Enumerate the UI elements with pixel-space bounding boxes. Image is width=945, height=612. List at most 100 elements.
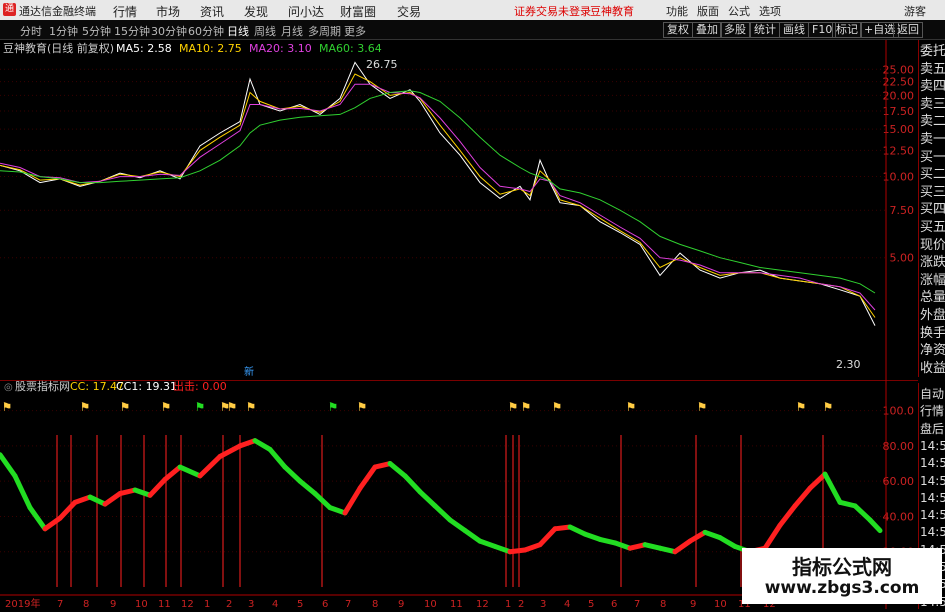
quote-field-14[interactable]: 总量 bbox=[920, 288, 945, 307]
signal-icon: ⚑ bbox=[328, 400, 339, 414]
quote-field-4[interactable]: 卖二 bbox=[920, 112, 945, 131]
quote-field-7[interactable]: 买二 bbox=[920, 165, 945, 184]
menu-2[interactable]: 资讯 bbox=[200, 3, 224, 20]
quote-field-11[interactable]: 现价 bbox=[920, 236, 945, 255]
price-ytick: 15.00 bbox=[883, 123, 915, 136]
menu-3[interactable]: 发现 bbox=[244, 3, 268, 20]
x-tick: 7 bbox=[634, 599, 640, 609]
menu-6[interactable]: 交易 bbox=[397, 3, 421, 20]
quote-field-17[interactable]: 净资 bbox=[920, 341, 945, 360]
right-menu-3[interactable]: 选项 bbox=[759, 3, 781, 19]
tick-row-0: 自动 bbox=[920, 387, 945, 401]
brand-link[interactable]: 豆神教育 bbox=[590, 3, 634, 19]
period-tab-4[interactable]: 30分钟 bbox=[151, 23, 187, 39]
period-tab-5[interactable]: 60分钟 bbox=[188, 23, 224, 39]
guest-button[interactable]: 游客 bbox=[904, 3, 926, 19]
period-tab-6[interactable]: 日线 bbox=[227, 23, 249, 39]
x-tick: 9 bbox=[690, 599, 696, 609]
title-bar: 通 通达信金融终端 行情 市场 资讯 发现 问小达 财富圈 交易 证券交易未登录 豆神教育 … bbox=[0, 0, 945, 20]
menu-4[interactable]: 问小达 bbox=[288, 3, 324, 20]
tick-row-5: 14:56 bbox=[920, 473, 945, 488]
indicator-ytick: 100.0 bbox=[883, 405, 915, 418]
quote-field-18[interactable]: 收益 bbox=[920, 359, 945, 378]
x-tick: 2019年 bbox=[5, 597, 40, 609]
quote-field-5[interactable]: 卖一 bbox=[920, 130, 945, 149]
period-tab-9[interactable]: 多周期 bbox=[308, 23, 341, 39]
ma-label-MA20: MA20: 3.10 bbox=[249, 42, 312, 55]
toolbar-button-3[interactable]: 统计 bbox=[750, 22, 780, 38]
cc1-value: CC1: 19.31 bbox=[116, 380, 177, 393]
x-tick: 2 bbox=[226, 599, 232, 609]
signal-icon: ⚑ bbox=[626, 400, 637, 414]
indicator-name: 股票指标网 bbox=[15, 380, 70, 393]
period-tab-1[interactable]: 1分钟 bbox=[49, 23, 78, 39]
menu-5[interactable]: 财富圈 bbox=[340, 3, 376, 20]
price-ytick: 5.00 bbox=[890, 252, 915, 265]
signal-icon: ⚑ bbox=[552, 400, 563, 414]
x-tick: 3 bbox=[540, 599, 546, 609]
quote-field-16[interactable]: 换手 bbox=[920, 324, 945, 343]
tick-row-6: 14:56 bbox=[920, 490, 945, 505]
x-tick: 11 bbox=[450, 599, 463, 609]
toolbar-button-2[interactable]: 多股 bbox=[720, 22, 750, 38]
tick-row-3: 14:56 bbox=[920, 438, 945, 453]
price-ytick: 7.50 bbox=[890, 204, 915, 217]
tick-row-1: 行情 bbox=[920, 404, 945, 419]
x-tick: 10 bbox=[135, 599, 148, 609]
toolbar-button-8[interactable]: 返回 bbox=[893, 22, 923, 38]
x-tick: 4 bbox=[272, 599, 278, 609]
stock-label: 豆神教育(日线 前复权) bbox=[3, 41, 114, 55]
x-tick: 10 bbox=[714, 599, 727, 609]
login-notice[interactable]: 证券交易未登录 bbox=[514, 3, 591, 19]
quote-field-3[interactable]: 卖三 bbox=[920, 95, 945, 114]
x-tick: 6 bbox=[611, 599, 617, 609]
price-ytick: 12.50 bbox=[883, 144, 915, 157]
x-tick: 6 bbox=[322, 599, 328, 609]
tick-row-4: 14:56 bbox=[920, 456, 945, 471]
tick-row-2: 盘后 bbox=[920, 421, 945, 436]
quote-field-15[interactable]: 外盘 bbox=[920, 306, 945, 325]
menu-0[interactable]: 行情 bbox=[113, 3, 137, 20]
quote-field-13[interactable]: 涨幅 bbox=[920, 271, 945, 290]
quote-field-8[interactable]: 买三 bbox=[920, 183, 945, 202]
period-tab-3[interactable]: 15分钟 bbox=[114, 23, 150, 39]
signal-icon: ⚑ bbox=[796, 400, 807, 414]
quote-field-1[interactable]: 卖五 bbox=[920, 60, 945, 79]
period-tab-8[interactable]: 月线 bbox=[281, 23, 303, 39]
watermark: 指标公式网 www.zbgs3.com bbox=[742, 548, 942, 604]
toolbar-button-1[interactable]: 叠加 bbox=[692, 22, 722, 38]
period-tab-2[interactable]: 5分钟 bbox=[82, 23, 111, 39]
toolbar-button-0[interactable]: 复权 bbox=[663, 22, 693, 38]
app-title: 通达信金融终端 bbox=[19, 5, 96, 18]
period-tab-10[interactable]: 更多 bbox=[344, 23, 366, 39]
right-menu-2[interactable]: 公式 bbox=[728, 3, 750, 19]
indicator-ytick: 40.00 bbox=[883, 510, 915, 523]
quote-field-0[interactable]: 委托 bbox=[920, 42, 945, 61]
x-tick: 10 bbox=[424, 599, 437, 609]
toolbar-button-6[interactable]: 标记 bbox=[832, 22, 862, 38]
menu-1[interactable]: 市场 bbox=[156, 3, 180, 20]
x-tick: 8 bbox=[372, 599, 378, 609]
period-tab-0[interactable]: 分时 bbox=[20, 23, 42, 39]
price-chart[interactable]: 25.0022.5020.00 17.50 15.00 12.50 10.00 7.50 5… bbox=[0, 40, 918, 380]
quote-panel: 委托 卖五 卖四 卖三 卖二 卖一 买一 买二 买三 买四 买五 现价 涨跌 涨幅 总量 外盘 换手 净资 收益 bbox=[918, 40, 945, 377]
right-menu-1[interactable]: 版面 bbox=[697, 3, 719, 19]
signal-icon: ⚑ bbox=[508, 400, 519, 414]
x-tick: 11 bbox=[158, 599, 171, 609]
ma-label-MA60: MA60: 3.64 bbox=[319, 42, 382, 55]
quote-field-6[interactable]: 买一 bbox=[920, 148, 945, 167]
right-menu-0[interactable]: 功能 bbox=[666, 3, 688, 19]
toolbar-button-4[interactable]: 画线 bbox=[779, 22, 809, 38]
x-tick: 5 bbox=[588, 599, 594, 609]
price-ytick: 10.00 bbox=[883, 171, 915, 184]
signal-icon: ⚑ bbox=[2, 400, 13, 414]
period-tab-7[interactable]: 周线 bbox=[254, 23, 276, 39]
signal-icon: ⚑ bbox=[246, 400, 257, 414]
quote-field-9[interactable]: 买四 bbox=[920, 200, 945, 219]
quote-field-10[interactable]: 买五 bbox=[920, 218, 945, 237]
x-tick: 9 bbox=[110, 599, 116, 609]
quote-field-12[interactable]: 涨跌 bbox=[920, 253, 945, 272]
signal-icon: ⚑ bbox=[521, 400, 532, 414]
indicator-settings-icon: ◎ bbox=[4, 382, 13, 393]
quote-field-2[interactable]: 卖四 bbox=[920, 77, 945, 96]
